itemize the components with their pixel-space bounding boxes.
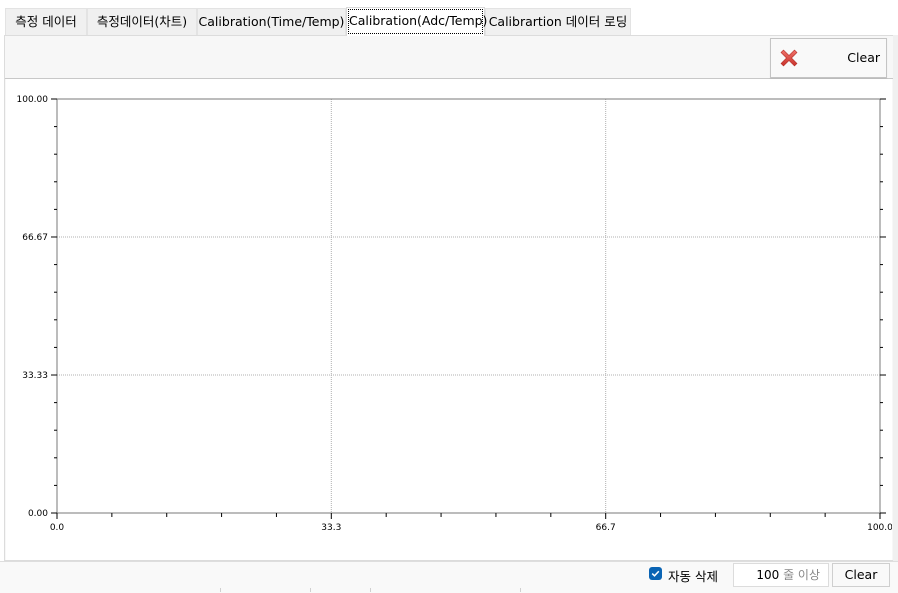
- clear-chart-button[interactable]: Clear: [770, 38, 887, 78]
- chart-toolbar: [5, 36, 893, 79]
- y-tick-label: 66.67: [22, 233, 48, 243]
- red-x-icon: [780, 49, 798, 67]
- x-tick-label: 100.0: [867, 523, 892, 533]
- x-tick-label: 66.7: [596, 523, 616, 533]
- clear-log-button[interactable]: Clear: [832, 563, 890, 587]
- auto-delete-checkbox[interactable]: [649, 567, 662, 580]
- tab-label: 측정 데이터: [15, 14, 77, 29]
- checkmark-icon: [651, 570, 660, 577]
- row-count-unit: 줄 이상: [783, 568, 820, 582]
- tab-measurement-chart[interactable]: 측정데이터(차트): [87, 8, 197, 35]
- x-tick-label: 0.0: [50, 523, 65, 533]
- row-count-input[interactable]: 100 줄 이상: [733, 563, 829, 587]
- divider: [370, 588, 371, 592]
- tab-bar: 측정 데이터 측정데이터(차트) Calibration(Time/Temp) …: [0, 0, 898, 36]
- tab-label: Calibration(Time/Temp): [198, 14, 345, 29]
- tab-calibration-adc-temp[interactable]: Calibration(Adc/Temp): [346, 7, 488, 36]
- tab-label: 측정데이터(차트): [96, 14, 188, 29]
- x-tick-label: 33.3: [321, 523, 341, 533]
- tab-calibration-data-loading[interactable]: Calibrartion 데이터 로딩: [485, 8, 631, 35]
- y-tick-label: 33.33: [22, 371, 48, 381]
- divider: [220, 588, 221, 592]
- panel-edge: [893, 35, 898, 561]
- tab-calibration-time-temp[interactable]: Calibration(Time/Temp): [197, 8, 346, 35]
- divider: [310, 588, 311, 592]
- tab-label: Calibration(Adc/Temp): [349, 13, 488, 28]
- chart-area: 0.00 33.33 66.67 100.00 0.0 33.3 66.7 100.0: [6, 79, 892, 560]
- row-count-value: 100: [756, 568, 780, 582]
- clear-log-label: Clear: [844, 567, 878, 582]
- calibration-adc-temp-chart: 0.00 33.33 66.67 100.00 0.0 33.3 66.7 100.0: [17, 95, 893, 533]
- y-tick-label: 100.00: [17, 95, 49, 105]
- y-tick-label: 0.00: [28, 509, 48, 519]
- tab-measurement-data[interactable]: 측정 데이터: [5, 8, 87, 35]
- clear-chart-label: Clear: [847, 50, 880, 65]
- divider: [520, 588, 521, 592]
- auto-delete-label: 자동 삭제: [668, 569, 718, 584]
- tab-label: Calibrartion 데이터 로딩: [488, 14, 628, 29]
